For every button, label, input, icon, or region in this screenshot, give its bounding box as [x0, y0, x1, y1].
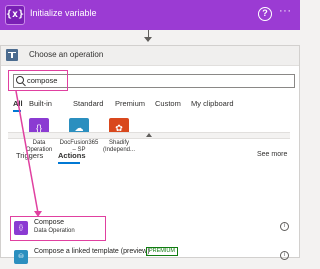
search-highlight-box — [8, 70, 68, 91]
result-title: Compose a linked template (preview) — [34, 248, 150, 255]
tab-built-in[interactable]: Built-in — [29, 99, 52, 108]
result-highlight-box — [10, 216, 106, 241]
more-options-icon[interactable]: ··· — [279, 5, 292, 17]
active-tab-indicator — [58, 162, 80, 164]
see-more-link[interactable]: See more — [257, 151, 287, 158]
active-tab-indicator — [13, 110, 21, 112]
connector-label: Shadify (Independ... — [102, 140, 136, 153]
tab-all[interactable]: All — [13, 99, 23, 108]
action-title: Initialize variable — [30, 8, 97, 18]
tab-triggers[interactable]: Triggers — [16, 151, 43, 160]
tab-my-clipboard[interactable]: My clipboard — [191, 99, 234, 108]
initialize-variable-card[interactable]: {x} Initialize variable ? ··· — [0, 0, 300, 30]
tab-custom[interactable]: Custom — [155, 99, 181, 108]
chevron-up-icon[interactable] — [146, 133, 152, 137]
help-icon[interactable]: ? — [258, 7, 272, 21]
variable-icon: {x} — [5, 5, 25, 25]
connector-list: {} Data Operation ☁ DocFusion365 – SP ✿ … — [5, 118, 295, 178]
panel-header: Choose an operation — [1, 46, 299, 66]
operation-icon — [6, 49, 18, 61]
result-compose-linked-template[interactable]: ⛁ Compose a linked template (preview) PR… — [12, 247, 292, 269]
tab-standard[interactable]: Standard — [73, 99, 103, 108]
info-icon[interactable]: i — [280, 222, 289, 231]
premium-badge: PREMIUM — [146, 247, 178, 256]
arrow-down-icon — [144, 37, 152, 42]
template-icon: ⛁ — [14, 250, 28, 264]
panel-title: Choose an operation — [29, 50, 104, 59]
tab-actions[interactable]: Actions — [58, 151, 86, 160]
tab-premium[interactable]: Premium — [115, 99, 145, 108]
info-icon[interactable]: i — [280, 251, 289, 260]
